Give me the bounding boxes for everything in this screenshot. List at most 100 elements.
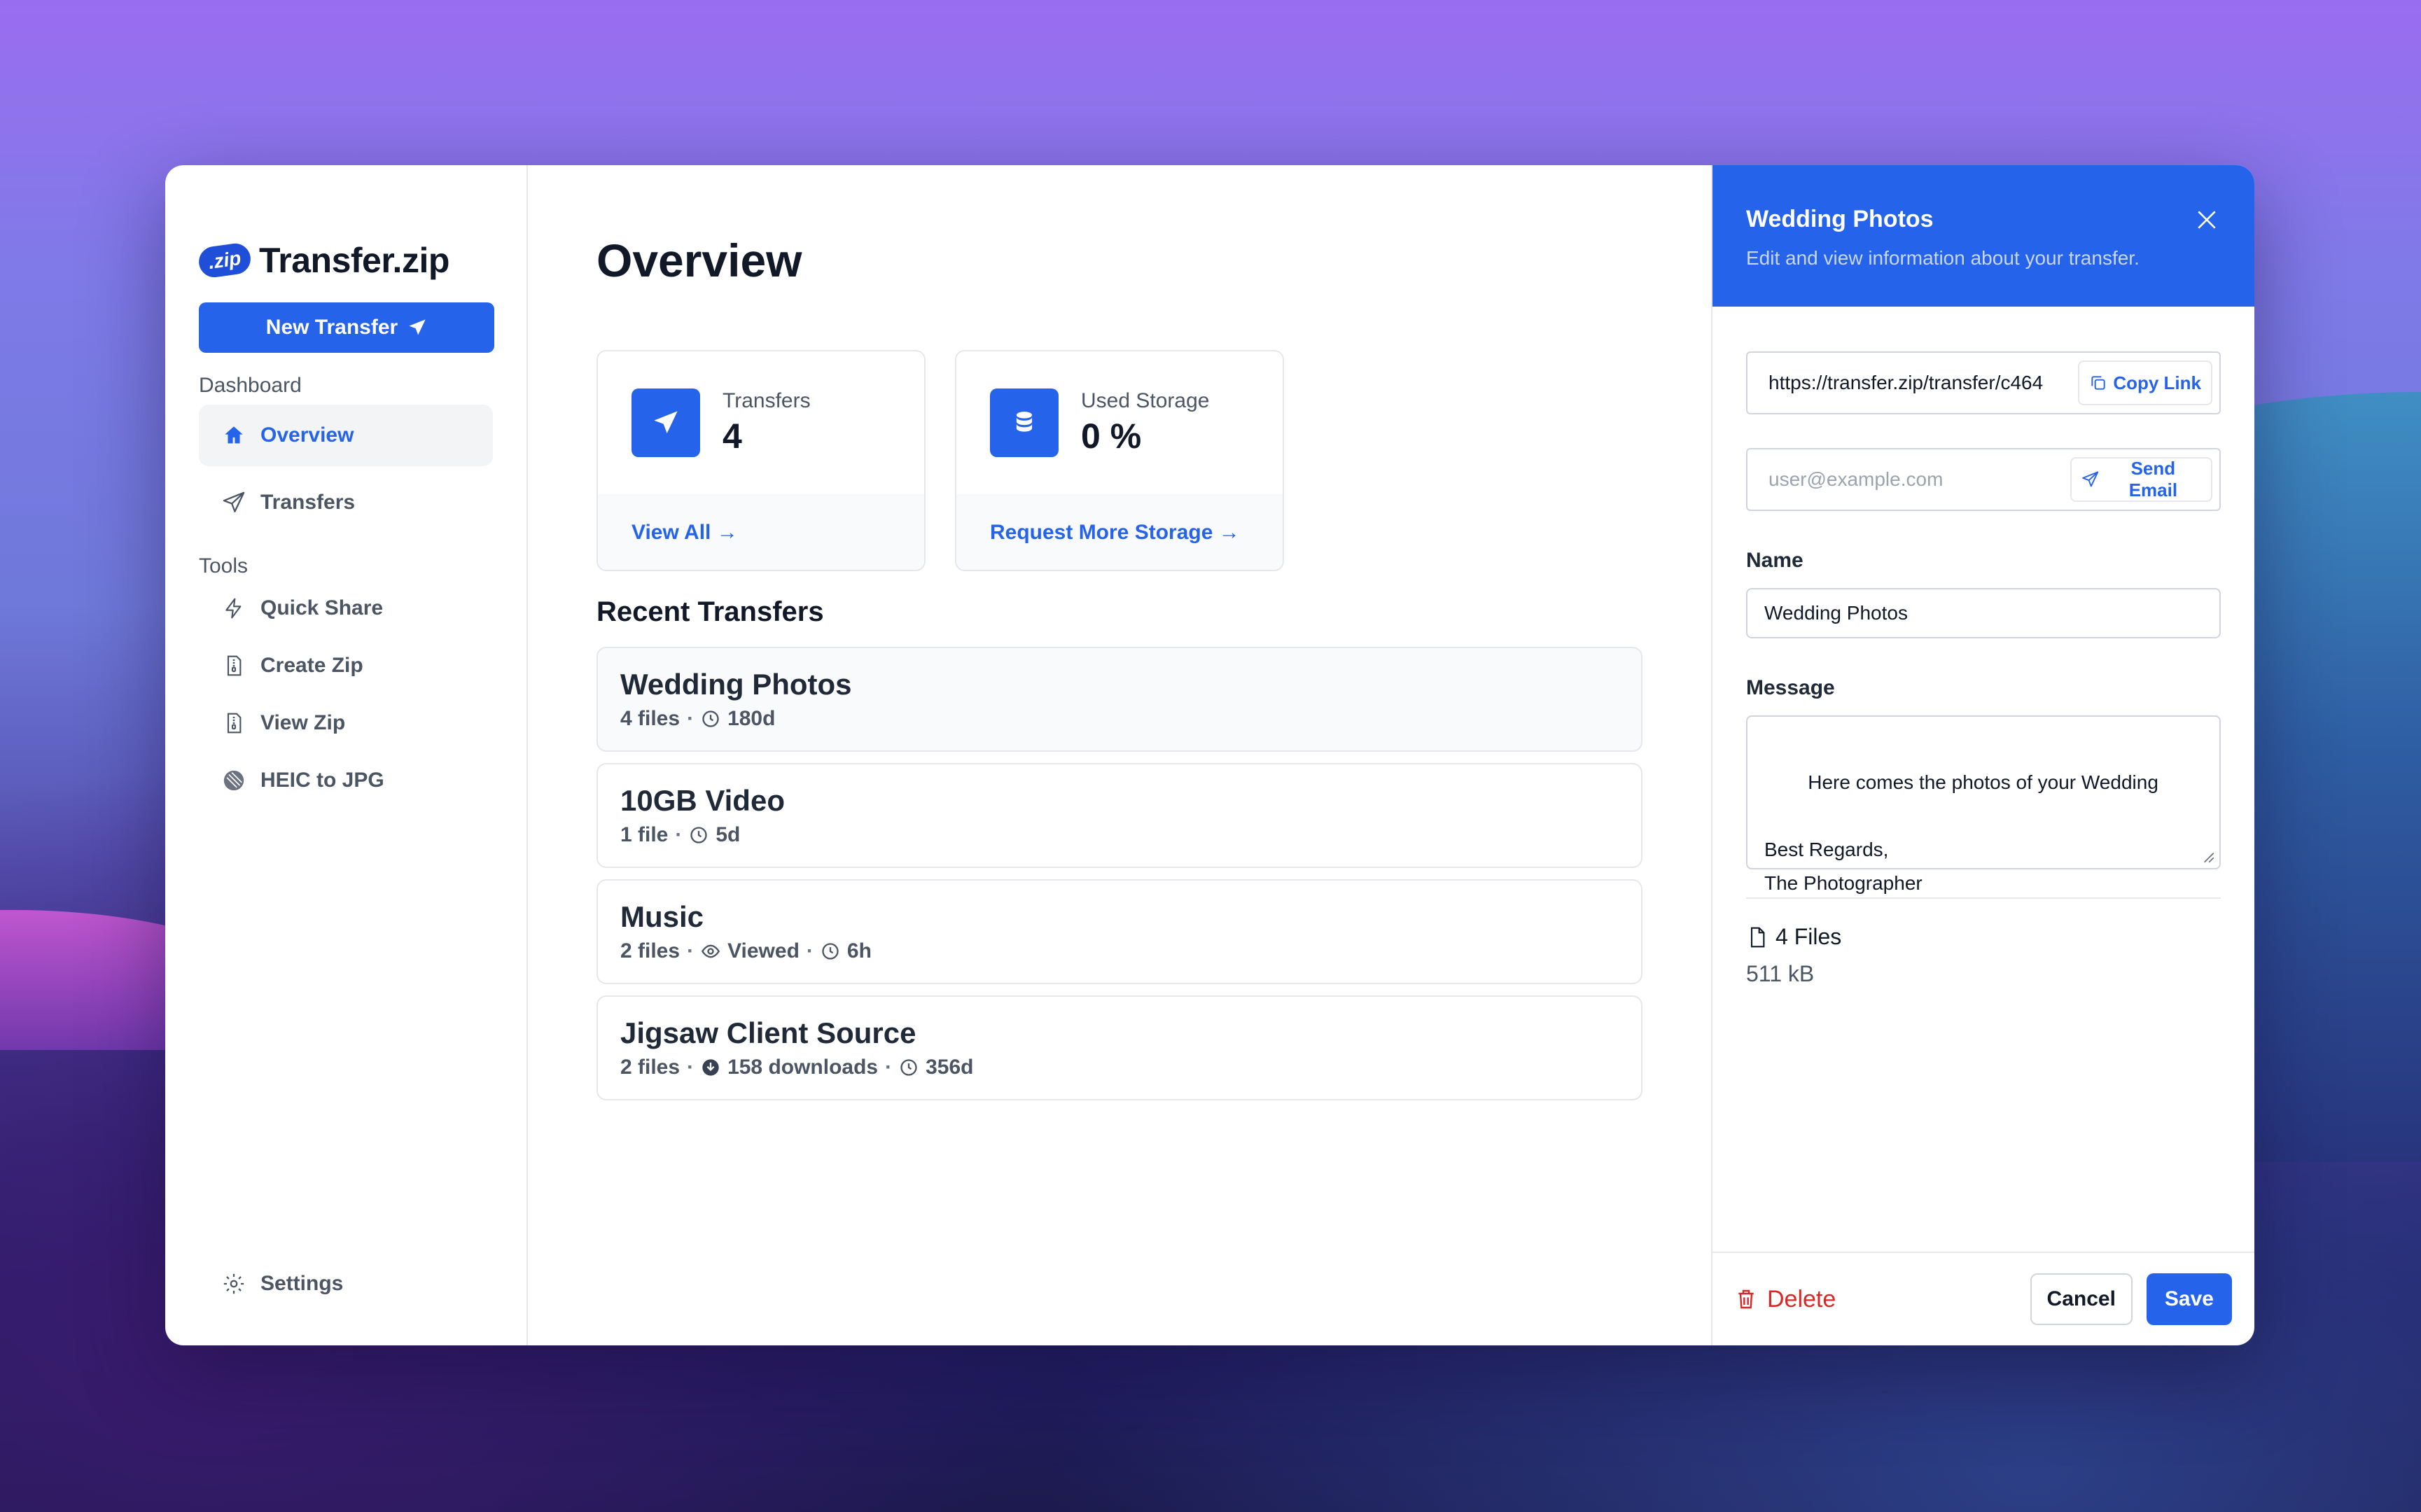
email-field[interactable]: [1768, 468, 2071, 491]
send-email-label: Send Email: [2128, 458, 2178, 500]
clock-icon: [899, 1058, 919, 1077]
copy-icon: [2091, 376, 2105, 390]
name-label: Name: [1746, 549, 1803, 572]
zip-file-icon: [221, 710, 246, 736]
new-transfer-button[interactable]: New Transfer: [199, 302, 494, 353]
message-field[interactable]: Here comes the photos of your Wedding Be…: [1746, 715, 2221, 894]
sidebar-item-label: Create Zip: [260, 654, 363, 677]
clock-icon: [701, 709, 720, 729]
transfer-item-jigsaw-client-source[interactable]: Jigsaw Client Source 2 files · 158 downl…: [596, 995, 1642, 1100]
copy-link-label: Copy Link: [2113, 372, 2201, 393]
copy-link-button[interactable]: Copy Link: [2078, 360, 2212, 405]
paper-plane-icon: [409, 319, 426, 335]
send-email-button[interactable]: Send Email: [2070, 457, 2212, 502]
sidebar-item-label: HEIC to JPG: [260, 769, 384, 792]
files-size: 511 kB: [1746, 961, 1815, 986]
expiry: 180d: [727, 707, 776, 730]
panel-body: Copy Link Send Email Name Message Here c…: [1712, 307, 2254, 987]
transfer-item-wedding-photos[interactable]: Wedding Photos 4 files · 180d: [596, 647, 1642, 752]
transfer-name: Music: [620, 900, 704, 933]
sidebar-item-heic-to-jpg[interactable]: HEIC to JPG: [199, 752, 493, 809]
paper-plane-icon: [632, 388, 700, 457]
save-button[interactable]: Save: [2146, 1273, 2232, 1325]
home-icon: [221, 423, 246, 448]
paper-plane-icon: [2082, 471, 2099, 487]
expiry: 6h: [846, 939, 872, 962]
stat-card-transfers: Transfers 4 View All →: [596, 350, 926, 571]
sidebar-item-transfers[interactable]: Transfers: [199, 472, 493, 533]
file-count: 2 files: [620, 939, 681, 962]
close-icon[interactable]: [2193, 206, 2221, 234]
zip-file-icon: [221, 653, 246, 678]
sidebar-item-quick-share[interactable]: Quick Share: [199, 580, 493, 637]
transfer-detail-panel: Wedding Photos Edit and view information…: [1711, 165, 2254, 1345]
sidebar: .zip Transfer.zip New Transfer Dashboard…: [165, 165, 528, 1345]
sidebar-item-create-zip[interactable]: Create Zip: [199, 637, 493, 694]
message-text: Here comes the photos of your Wedding Be…: [1764, 771, 2158, 894]
main-content: Overview Transfers 4 View All → Used Sto…: [528, 165, 1711, 1345]
transfer-name: 10GB Video: [620, 784, 785, 817]
stat-value: 4: [723, 416, 742, 456]
panel-title: Wedding Photos: [1746, 206, 1934, 232]
name-field[interactable]: [1746, 588, 2221, 638]
transfer-meta: 1 file · 5d: [620, 823, 741, 846]
share-link-row: Copy Link: [1746, 351, 2221, 414]
eye-icon: [701, 941, 720, 961]
view-all-link[interactable]: View All →: [598, 494, 924, 570]
stats-row: Transfers 4 View All → Used Storage 0 %: [596, 350, 1642, 571]
request-storage-link[interactable]: Request More Storage →: [956, 494, 1283, 570]
image-convert-icon: [221, 768, 246, 793]
stat-card-storage: Used Storage 0 % Request More Storage →: [955, 350, 1284, 571]
transfer-meta: 4 files · 180d: [620, 707, 776, 730]
tools-section-label: Tools: [199, 554, 249, 578]
app-name: Transfer.zip: [259, 241, 449, 280]
sidebar-item-label: Transfers: [260, 491, 356, 514]
file-count: 4 files: [620, 707, 681, 730]
gear-icon: [221, 1271, 246, 1296]
lightning-icon: [221, 596, 246, 621]
dashboard-section-label: Dashboard: [199, 374, 302, 397]
sidebar-item-label: Overview: [260, 424, 354, 447]
panel-footer: Delete Cancel Save: [1712, 1252, 2254, 1345]
transfer-item-10gb-video[interactable]: 10GB Video 1 file · 5d: [596, 763, 1642, 868]
delete-button[interactable]: Delete: [1735, 1286, 1836, 1313]
logo-badge: .zip: [197, 241, 253, 279]
expiry: 356d: [926, 1056, 974, 1079]
new-transfer-label: New Transfer: [265, 316, 398, 339]
paper-plane-icon: [221, 490, 246, 515]
expiry: 5d: [716, 823, 741, 846]
file-count: 1 file: [620, 823, 669, 846]
viewed-status: Viewed: [727, 939, 800, 962]
resize-grip-icon[interactable]: [2200, 848, 2215, 864]
app-window: .zip Transfer.zip New Transfer Dashboard…: [165, 165, 2254, 1345]
file-summary: 4 Files: [1746, 924, 2221, 950]
stat-value: 0 %: [1081, 416, 1142, 456]
recent-transfers-title: Recent Transfers: [596, 596, 824, 627]
share-link-field[interactable]: [1768, 372, 2077, 394]
sidebar-item-label: Quick Share: [260, 596, 384, 620]
delete-label: Delete: [1767, 1285, 1836, 1312]
sidebar-item-view-zip[interactable]: View Zip: [199, 694, 493, 752]
database-icon: [990, 388, 1059, 457]
clock-icon: [821, 941, 840, 961]
transfer-name: Wedding Photos: [620, 668, 852, 701]
message-label: Message: [1746, 676, 1835, 699]
stat-label: Transfers: [723, 389, 811, 412]
transfer-item-music[interactable]: Music 2 files · Viewed · 6h: [596, 879, 1642, 984]
sidebar-item-settings[interactable]: Settings: [199, 1253, 343, 1315]
transfer-meta: 2 files · Viewed · 6h: [620, 939, 872, 962]
cancel-button[interactable]: Cancel: [2030, 1273, 2133, 1325]
sidebar-item-overview[interactable]: Overview: [199, 405, 493, 466]
stat-label: Used Storage: [1081, 389, 1210, 412]
file-count: 2 files: [620, 1056, 681, 1079]
transfer-meta: 2 files · 158 downloads · 356d: [620, 1056, 974, 1079]
sidebar-item-label: Settings: [260, 1272, 344, 1295]
app-logo[interactable]: .zip Transfer.zip: [197, 239, 493, 281]
panel-header: Wedding Photos Edit and view information…: [1712, 165, 2254, 307]
clock-icon: [689, 825, 709, 845]
email-row: Send Email: [1746, 448, 2221, 511]
transfer-name: Jigsaw Client Source: [620, 1016, 916, 1049]
download-icon: [701, 1058, 720, 1077]
page-title: Overview: [596, 234, 802, 286]
download-count: 158 downloads: [727, 1056, 879, 1079]
